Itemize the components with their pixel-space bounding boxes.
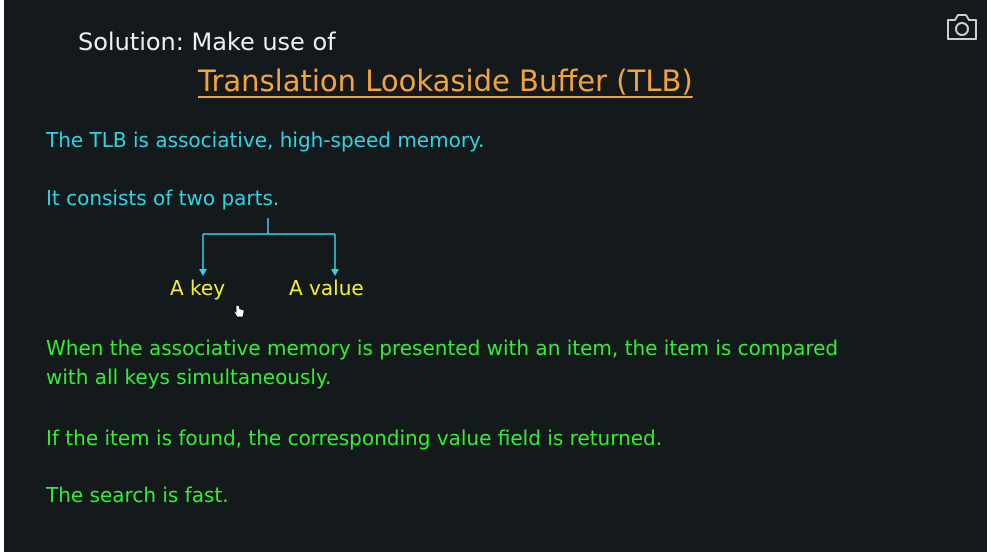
- camera-icon[interactable]: [944, 12, 980, 42]
- hand-pointer-cursor-icon: [233, 304, 245, 318]
- arrowhead-left-icon: [199, 269, 207, 276]
- item-found-paragraph: If the item is found, the corresponding …: [46, 426, 663, 450]
- two-parts-text: It consists of two parts.: [46, 186, 280, 210]
- search-fast-paragraph: The search is fast.: [46, 483, 229, 507]
- branch-diagram: [199, 218, 339, 276]
- part-key-label: A key: [170, 276, 226, 300]
- slide: Solution: Make use of Translation Lookas…: [4, 0, 987, 552]
- tlb-definition-text: The TLB is associative, high-speed memor…: [46, 128, 485, 152]
- part-value-label: A value: [289, 276, 364, 300]
- associative-memory-paragraph: When the associative memory is presented…: [46, 336, 839, 389]
- arrowhead-right-icon: [331, 269, 339, 276]
- slide-title: Translation Lookaside Buffer (TLB): [198, 64, 693, 98]
- slide-heading: Solution: Make use of: [78, 28, 336, 56]
